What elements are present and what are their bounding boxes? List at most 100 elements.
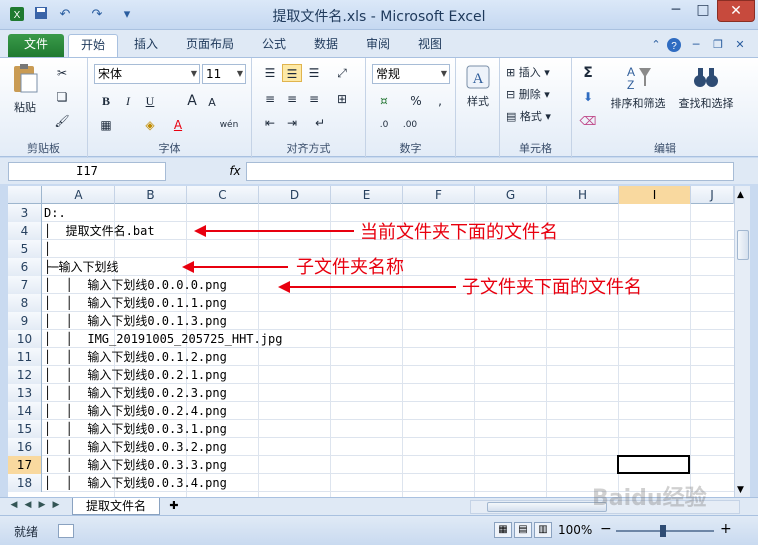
align-middle-icon[interactable]: ☰ (282, 64, 302, 82)
row-header[interactable]: 4 (8, 222, 42, 240)
font-color-button[interactable]: A (168, 116, 188, 134)
vertical-scrollbar[interactable]: ▲ ▼ (734, 186, 750, 497)
format-cells-button[interactable]: ▤ 格式 ▾ (506, 108, 551, 124)
close-workbook-icon[interactable]: ✕ (732, 37, 748, 53)
select-all-corner[interactable] (8, 186, 42, 204)
cell-a-text[interactable]: │ │ 输入下划线0.0.1.1.png (44, 294, 227, 312)
delete-cells-button[interactable]: ⊟ 删除 ▾ (506, 86, 550, 102)
collapse-ribbon-icon[interactable]: ⌃ (648, 37, 664, 53)
align-left-icon[interactable]: ≡ (260, 90, 280, 108)
normal-view-icon[interactable]: ▦ (494, 522, 512, 538)
row-header[interactable]: 8 (8, 294, 42, 312)
align-center-icon[interactable]: ≡ (282, 90, 302, 108)
column-header[interactable]: F (403, 186, 475, 204)
sheet-tab[interactable]: 提取文件名 (72, 498, 160, 515)
underline-button[interactable]: U (140, 92, 160, 110)
fill-icon[interactable]: ⬇ (578, 88, 598, 106)
cell-a-text[interactable]: ├─输入下划线 (44, 258, 118, 276)
row-header[interactable]: 11 (8, 348, 42, 366)
tab-file[interactable]: 文件 (8, 34, 64, 57)
row-header[interactable]: 16 (8, 438, 42, 456)
restore-workbook-icon[interactable]: ❐ (710, 37, 726, 53)
insert-function-button[interactable]: fx (226, 162, 244, 181)
first-sheet-icon[interactable]: ◀ (8, 500, 20, 510)
page-layout-view-icon[interactable]: ▤ (514, 522, 532, 538)
cell-a-text[interactable]: │ │ 输入下划线0.0.2.4.png (44, 402, 227, 420)
cell-a-text[interactable]: │ │ 输入下划线0.0.1.3.png (44, 312, 227, 330)
column-header[interactable]: D (259, 186, 331, 204)
row-header[interactable]: 6 (8, 258, 42, 276)
name-box[interactable]: I17 (8, 162, 166, 181)
row-header[interactable]: 14 (8, 402, 42, 420)
cell-a-text[interactable]: │ │ 输入下划线0.0.3.4.png (44, 474, 227, 492)
column-header-selected[interactable]: I (619, 186, 691, 204)
font-size-combo[interactable]: 11 ▼ (202, 64, 246, 84)
cut-icon[interactable]: ✂ (52, 64, 72, 82)
column-header[interactable]: C (187, 186, 259, 204)
font-name-combo[interactable]: 宋体 ▼ (94, 64, 200, 84)
row-header[interactable]: 7 (8, 276, 42, 294)
macro-record-icon[interactable] (58, 524, 74, 538)
tab-home[interactable]: 开始 (68, 34, 118, 57)
row-header[interactable]: 9 (8, 312, 42, 330)
italic-button[interactable]: I (118, 92, 138, 110)
cell-a-text[interactable]: │ │ 输入下划线0.0.0.0.png (44, 276, 227, 294)
cell-a-text[interactable]: │ (44, 240, 51, 258)
row-header[interactable]: 12 (8, 366, 42, 384)
help-icon[interactable]: ? (666, 37, 682, 53)
row-header[interactable]: 5 (8, 240, 42, 258)
find-select-button[interactable]: 查找和选择 (672, 62, 740, 111)
row-header[interactable]: 10 (8, 330, 42, 348)
tab-page-layout[interactable]: 页面布局 (176, 34, 244, 57)
percent-button[interactable]: % (406, 92, 426, 110)
tab-insert[interactable]: 插入 (124, 34, 168, 57)
bold-button[interactable]: B (96, 92, 116, 110)
active-cell-I17[interactable] (617, 455, 690, 474)
page-break-view-icon[interactable]: ▥ (534, 522, 552, 538)
tab-data[interactable]: 数据 (304, 34, 348, 57)
comma-style-icon[interactable]: , (430, 92, 450, 110)
zoom-slider-thumb[interactable] (660, 525, 666, 537)
minimize-button[interactable]: ─ (663, 0, 689, 22)
number-format-combo[interactable]: 常规 ▼ (372, 64, 450, 84)
cell-a-text[interactable]: │ │ 输入下划线0.0.2.3.png (44, 384, 227, 402)
autosum-icon[interactable]: Σ (578, 64, 598, 82)
styles-group[interactable]: A 样式 (456, 58, 500, 158)
horizontal-scroll-thumb[interactable] (487, 502, 607, 512)
wrap-text-icon[interactable]: ↵ (310, 114, 330, 132)
close-button[interactable]: ✕ (717, 0, 755, 22)
last-sheet-icon[interactable]: ▶ (50, 500, 62, 510)
column-header[interactable]: J (691, 186, 734, 204)
zoom-in-button[interactable]: + (720, 521, 732, 537)
orientation-icon[interactable]: ⤢ (332, 64, 352, 82)
tab-view[interactable]: 视图 (408, 34, 452, 57)
row-header[interactable]: 3 (8, 204, 42, 222)
row-header[interactable]: 18 (8, 474, 42, 492)
minimize-workbook-icon[interactable]: ─ (688, 37, 704, 53)
zoom-level[interactable]: 100% (558, 523, 592, 537)
decrease-indent-icon[interactable]: ⇤ (260, 114, 280, 132)
cell-a-text[interactable]: │ │ 输入下划线0.0.3.1.png (44, 420, 227, 438)
align-bottom-icon[interactable]: ☰ (304, 64, 324, 82)
sort-filter-button[interactable]: AZ 排序和筛选 (604, 62, 672, 111)
zoom-out-button[interactable]: − (600, 521, 612, 537)
column-header[interactable]: H (547, 186, 619, 204)
insert-cells-button[interactable]: ⊞ 插入 ▾ (506, 64, 550, 80)
column-header[interactable]: E (331, 186, 403, 204)
column-header[interactable]: A (43, 186, 115, 204)
tab-review[interactable]: 审阅 (356, 34, 400, 57)
cell-a-text[interactable]: │ 提取文件名.bat (44, 222, 155, 240)
cell-a-text[interactable]: │ │ 输入下划线0.0.2.1.png (44, 366, 227, 384)
maximize-button[interactable]: □ (690, 0, 716, 22)
fill-color-icon[interactable]: ◈ (140, 116, 160, 134)
borders-icon[interactable]: ▦ (96, 116, 116, 134)
align-top-icon[interactable]: ☰ (260, 64, 280, 82)
cell-a-text[interactable]: D:. (44, 204, 66, 222)
formula-input[interactable] (246, 162, 734, 181)
clear-icon[interactable]: ⌫ (578, 112, 598, 130)
paste-button[interactable]: 粘贴 (8, 62, 42, 115)
format-painter-icon[interactable]: 🖌 (52, 112, 72, 130)
tab-formulas[interactable]: 公式 (252, 34, 296, 57)
scroll-down-icon[interactable]: ▼ (737, 485, 744, 495)
column-header[interactable]: G (475, 186, 547, 204)
